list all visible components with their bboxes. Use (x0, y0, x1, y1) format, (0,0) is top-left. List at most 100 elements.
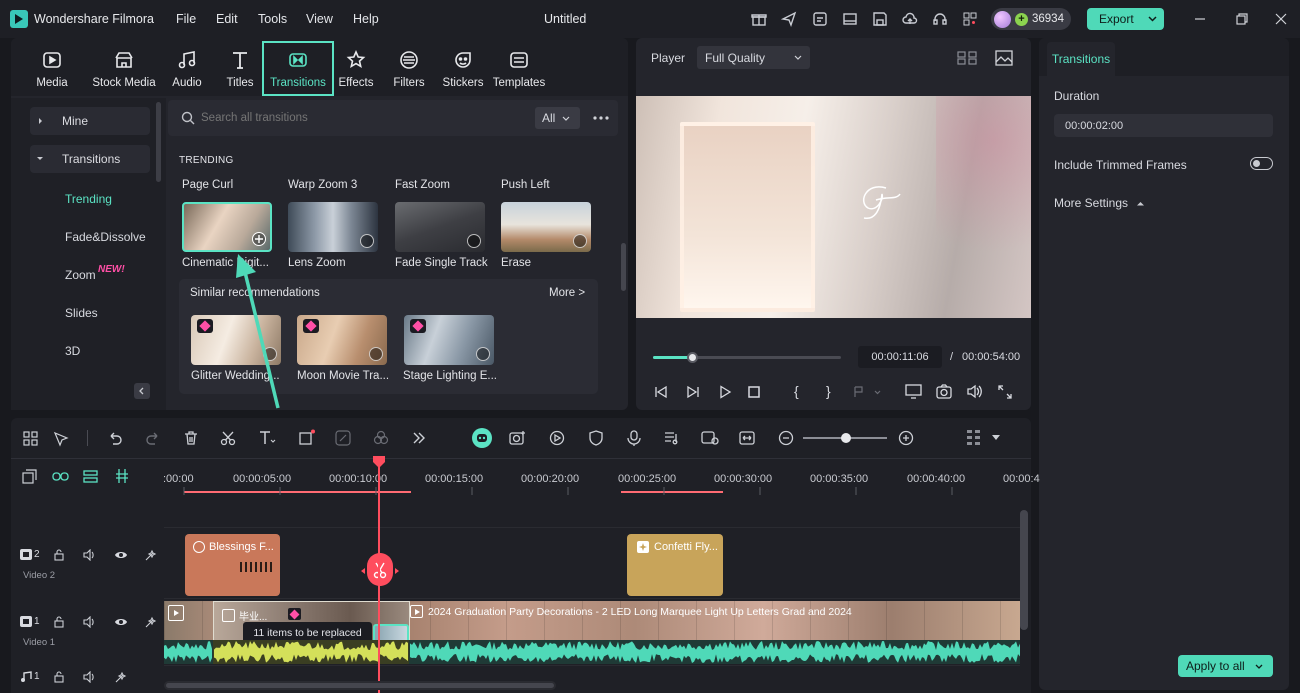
select-tool-icon[interactable] (53, 431, 69, 447)
add-icon[interactable] (252, 232, 266, 246)
cloud-upload-icon[interactable] (901, 10, 919, 28)
tab-stickers[interactable]: Stickers (439, 42, 487, 96)
ai-robot-icon[interactable] (472, 428, 492, 448)
tab-audio[interactable]: Audio (164, 42, 210, 96)
add-track-icon[interactable] (22, 469, 37, 484)
record-screen-icon[interactable] (509, 429, 527, 447)
export-button[interactable]: Export (1087, 8, 1164, 30)
download-icon[interactable] (476, 347, 490, 361)
tab-filters[interactable]: Filters (386, 42, 432, 96)
previous-frame-icon[interactable] (654, 385, 668, 399)
apps-grid-icon[interactable] (961, 10, 979, 28)
lock-icon[interactable] (53, 616, 65, 628)
minimize-icon[interactable] (1193, 12, 1207, 26)
zoom-slider-knob[interactable] (841, 433, 851, 443)
save-icon[interactable] (871, 10, 889, 28)
mute-icon[interactable] (83, 671, 97, 683)
marker-dropdown-icon[interactable] (853, 386, 881, 398)
close-icon[interactable] (1274, 12, 1288, 26)
similar-thumb-stage-lighting[interactable] (404, 315, 494, 365)
similar-more-link[interactable]: More > (549, 287, 585, 299)
track-magic-icon[interactable] (114, 671, 127, 684)
menu-file[interactable]: File (176, 12, 196, 26)
zoom-out-icon[interactable] (778, 430, 794, 446)
sidebar-item-slides[interactable]: Slides (65, 306, 98, 320)
transition-thumb-lens-zoom[interactable] (288, 202, 378, 252)
mark-in-icon[interactable]: { (794, 383, 799, 399)
layout-icon[interactable] (841, 10, 859, 28)
undo-icon[interactable] (107, 430, 123, 446)
lock-icon[interactable] (53, 671, 65, 683)
playback-progress-track[interactable] (653, 352, 841, 363)
quality-dropdown[interactable]: Full Quality (697, 46, 810, 69)
tab-transitions[interactable]: Transitions (262, 41, 334, 96)
credits-pill[interactable]: + 36934 (991, 8, 1071, 30)
next-frame-icon[interactable] (686, 385, 700, 399)
include-trimmed-toggle[interactable] (1250, 157, 1273, 170)
speed-icon[interactable] (335, 430, 351, 446)
clip-blessings[interactable]: Blessings F... (185, 534, 280, 596)
menu-help[interactable]: Help (353, 12, 379, 26)
crop-icon[interactable] (298, 429, 316, 447)
snapshot-image-icon[interactable] (995, 50, 1013, 66)
text-tool-icon[interactable] (258, 430, 276, 446)
link-icon[interactable] (52, 469, 69, 484)
track-view-icon[interactable] (966, 429, 982, 447)
menu-edit[interactable]: Edit (216, 12, 238, 26)
lock-icon[interactable] (53, 549, 65, 561)
fullscreen-icon[interactable] (998, 385, 1012, 399)
sidebar-scrollbar[interactable] (156, 102, 161, 182)
sidebar-item-trending[interactable]: Trending (65, 192, 112, 206)
tab-media[interactable]: Media (24, 42, 80, 96)
transition-thumb-fade-single[interactable] (395, 202, 485, 252)
filter-dropdown[interactable]: All (535, 107, 580, 129)
redo-icon[interactable] (145, 430, 161, 446)
layout-grid-icon[interactable] (23, 431, 38, 446)
send-icon[interactable] (780, 10, 798, 28)
playhead-line[interactable] (378, 462, 380, 693)
zoom-in-icon[interactable] (898, 430, 914, 446)
snap-icon[interactable] (114, 468, 130, 484)
gift-icon[interactable] (750, 10, 768, 28)
volume-icon[interactable] (966, 384, 983, 399)
chevron-down-icon[interactable] (992, 435, 1000, 440)
mute-icon[interactable] (83, 549, 97, 561)
grid-view-icon[interactable] (957, 51, 977, 65)
tab-stock-media[interactable]: Stock Media (84, 42, 164, 96)
audio-list-icon[interactable] (664, 430, 680, 446)
clip-settings-icon[interactable] (701, 430, 719, 446)
mute-icon[interactable] (83, 616, 97, 628)
download-icon[interactable] (369, 347, 383, 361)
sidebar-item-3d[interactable]: 3D (65, 344, 80, 358)
display-icon[interactable] (905, 384, 922, 399)
more-tools-icon[interactable] (412, 431, 426, 445)
microphone-icon[interactable] (626, 430, 642, 446)
menu-view[interactable]: View (306, 12, 333, 26)
shield-icon[interactable] (588, 430, 604, 446)
transition-thumb-cinematic[interactable] (182, 202, 272, 252)
playhead-handle-icon[interactable] (373, 456, 385, 468)
track-magic-icon[interactable] (144, 549, 157, 562)
current-time[interactable]: 00:00:11:06 (858, 346, 942, 368)
tab-titles[interactable]: Titles (217, 42, 263, 96)
sidebar-item-transitions[interactable]: Transitions (30, 145, 150, 173)
more-settings-toggle[interactable]: More Settings (1054, 196, 1145, 210)
video-preview[interactable] (636, 96, 1031, 318)
timeline-vertical-scrollbar[interactable] (1020, 510, 1028, 630)
mark-out-icon[interactable]: } (826, 383, 831, 399)
transition-thumb-erase[interactable] (501, 202, 591, 252)
collapse-sidebar-button[interactable] (134, 383, 150, 399)
clip-confetti[interactable]: Confetti Fly... (627, 534, 723, 596)
menu-tools[interactable]: Tools (258, 12, 287, 26)
headset-icon[interactable] (931, 10, 949, 28)
sidebar-item-fade-dissolve[interactable]: Fade&Dissolve (65, 230, 146, 244)
auto-reframe-icon[interactable] (549, 430, 565, 446)
track-magic-icon[interactable] (144, 616, 157, 629)
duration-input[interactable]: 00:00:02:00 (1054, 114, 1273, 137)
ai-copilot-icon[interactable] (811, 10, 829, 28)
magnetic-track-icon[interactable] (83, 469, 98, 484)
visibility-eye-icon[interactable] (114, 549, 128, 561)
sidebar-item-zoom[interactable]: Zoom (65, 268, 96, 282)
playback-progress-knob[interactable] (687, 352, 699, 363)
tab-effects[interactable]: Effects (333, 42, 379, 96)
